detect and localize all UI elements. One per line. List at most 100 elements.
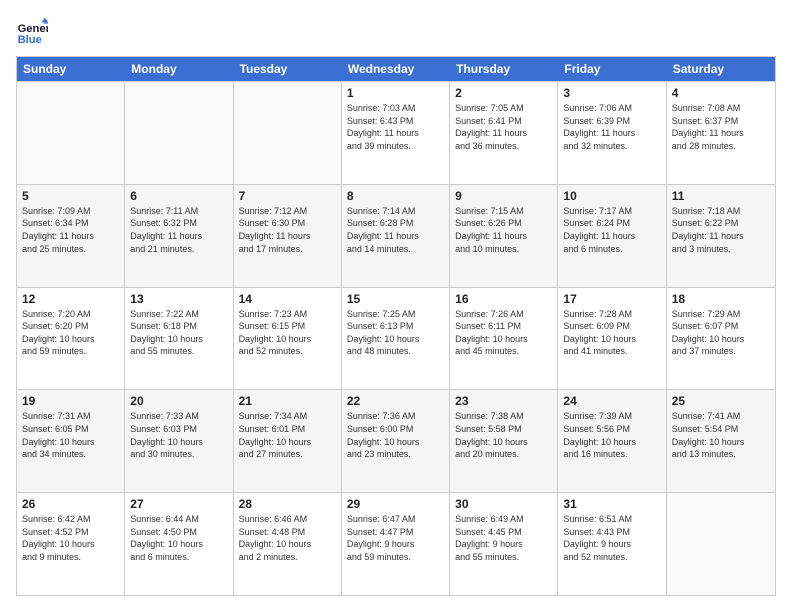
cell-info: Sunrise: 6:46 AM Sunset: 4:48 PM Dayligh… <box>239 513 336 563</box>
cell-info: Sunrise: 7:28 AM Sunset: 6:09 PM Dayligh… <box>563 308 660 358</box>
cell-info: Sunrise: 7:20 AM Sunset: 6:20 PM Dayligh… <box>22 308 119 358</box>
calendar-cell: 26Sunrise: 6:42 AM Sunset: 4:52 PM Dayli… <box>17 493 125 595</box>
calendar-cell: 29 Sunrise: 6:47 AM Sunset: 4:47 PM Dayli… <box>342 493 450 595</box>
cell-date: 24 <box>563 394 660 408</box>
calendar-cell: 20 Sunrise: 7:33 AM Sunset: 6:03 PM Dayli… <box>125 390 233 492</box>
calendar-cell: 19 Sunrise: 7:31 AM Sunset: 6:05 PM Dayli… <box>17 390 125 492</box>
cell-info: Sunrise: 7:14 AM Sunset: 6:28 PM Dayligh… <box>347 205 444 255</box>
cell-info: Sunrise: 7:29 AM Sunset: 6:07 PM Dayligh… <box>672 308 770 358</box>
cell-info: Sunrise: 7:38 AM Sunset: 5:58 PM Dayligh… <box>455 410 552 460</box>
cell-info: Sunrise: 7:33 AM Sunset: 6:03 PM Dayligh… <box>130 410 227 460</box>
calendar-cell: 4 Sunrise: 7:08 AM Sunset: 6:37 PM Daylig… <box>667 82 775 184</box>
calendar-cell: 3 Sunrise: 7:06 AM Sunset: 6:39 PM Daylig… <box>558 82 666 184</box>
cell-date: 10 <box>563 189 660 203</box>
cell-date: 15 <box>347 292 444 306</box>
cell-date: 6 <box>130 189 227 203</box>
calendar-cell: 18 Sunrise: 7:29 AM Sunset: 6:07 PM Dayli… <box>667 288 775 390</box>
cell-info: Sunrise: 7:25 AM Sunset: 6:13 PM Dayligh… <box>347 308 444 358</box>
calendar-cell: 12 Sunrise: 7:20 AM Sunset: 6:20 PM Dayli… <box>17 288 125 390</box>
cell-date: 23 <box>455 394 552 408</box>
cell-date: 20 <box>130 394 227 408</box>
calendar-cell: 28 Sunrise: 6:46 AM Sunset: 4:48 PM Dayli… <box>234 493 342 595</box>
calendar-cell: 7Sunrise: 7:12 AM Sunset: 6:30 PM Daylig… <box>234 185 342 287</box>
cell-date: 21 <box>239 394 336 408</box>
calendar-cell: 2Sunrise: 7:05 AM Sunset: 6:41 PM Daylig… <box>450 82 558 184</box>
cell-date: 16 <box>455 292 552 306</box>
cell-info: Sunrise: 7:31 AM Sunset: 6:05 PM Dayligh… <box>22 410 119 460</box>
cell-date: 2 <box>455 86 552 100</box>
cell-info: Sunrise: 7:06 AM Sunset: 6:39 PM Dayligh… <box>563 102 660 152</box>
calendar-cell: 14Sunrise: 7:23 AM Sunset: 6:15 PM Dayli… <box>234 288 342 390</box>
logo: General Blue <box>16 16 48 48</box>
calendar-cell <box>234 82 342 184</box>
calendar-row: 5 Sunrise: 7:09 AM Sunset: 6:34 PM Daylig… <box>17 184 775 287</box>
calendar-cell: 27Sunrise: 6:44 AM Sunset: 4:50 PM Dayli… <box>125 493 233 595</box>
header: General Blue <box>16 16 776 48</box>
calendar-cell: 16 Sunrise: 7:26 AM Sunset: 6:11 PM Dayli… <box>450 288 558 390</box>
cell-date: 13 <box>130 292 227 306</box>
cell-date: 19 <box>22 394 119 408</box>
day-header-thursday: Thursday <box>450 57 558 81</box>
calendar-cell: 17 Sunrise: 7:28 AM Sunset: 6:09 PM Dayli… <box>558 288 666 390</box>
calendar-cell: 30 Sunrise: 6:49 AM Sunset: 4:45 PM Dayli… <box>450 493 558 595</box>
cell-date: 25 <box>672 394 770 408</box>
cell-info: Sunrise: 6:51 AM Sunset: 4:43 PM Dayligh… <box>563 513 660 563</box>
cell-info: Sunrise: 7:22 AM Sunset: 6:18 PM Dayligh… <box>130 308 227 358</box>
calendar-cell: 21 Sunrise: 7:34 AM Sunset: 6:01 PM Dayli… <box>234 390 342 492</box>
cell-info: Sunrise: 7:15 AM Sunset: 6:26 PM Dayligh… <box>455 205 552 255</box>
cell-info: Sunrise: 7:39 AM Sunset: 5:56 PM Dayligh… <box>563 410 660 460</box>
cell-info: Sunrise: 6:49 AM Sunset: 4:45 PM Dayligh… <box>455 513 552 563</box>
cell-date: 18 <box>672 292 770 306</box>
cell-date: 12 <box>22 292 119 306</box>
calendar-row: 1 Sunrise: 7:03 AM Sunset: 6:43 PM Daylig… <box>17 81 775 184</box>
calendar-cell: 1 Sunrise: 7:03 AM Sunset: 6:43 PM Daylig… <box>342 82 450 184</box>
logo-icon: General Blue <box>16 16 48 48</box>
cell-date: 22 <box>347 394 444 408</box>
svg-text:General: General <box>18 23 48 35</box>
cell-date: 31 <box>563 497 660 511</box>
day-header-wednesday: Wednesday <box>342 57 450 81</box>
cell-date: 3 <box>563 86 660 100</box>
calendar-cell: 25 Sunrise: 7:41 AM Sunset: 5:54 PM Dayli… <box>667 390 775 492</box>
calendar-cell: 31 Sunrise: 6:51 AM Sunset: 4:43 PM Dayli… <box>558 493 666 595</box>
cell-date: 8 <box>347 189 444 203</box>
cell-date: 1 <box>347 86 444 100</box>
cell-info: Sunrise: 7:09 AM Sunset: 6:34 PM Dayligh… <box>22 205 119 255</box>
calendar-cell: 6 Sunrise: 7:11 AM Sunset: 6:32 PM Daylig… <box>125 185 233 287</box>
cell-info: Sunrise: 7:34 AM Sunset: 6:01 PM Dayligh… <box>239 410 336 460</box>
cell-info: Sunrise: 7:41 AM Sunset: 5:54 PM Dayligh… <box>672 410 770 460</box>
calendar-cell <box>17 82 125 184</box>
cell-date: 26 <box>22 497 119 511</box>
day-header-sunday: Sunday <box>17 57 125 81</box>
day-header-tuesday: Tuesday <box>234 57 342 81</box>
cell-date: 5 <box>22 189 119 203</box>
day-header-saturday: Saturday <box>667 57 775 81</box>
cell-info: Sunrise: 7:36 AM Sunset: 6:00 PM Dayligh… <box>347 410 444 460</box>
calendar-cell: 5 Sunrise: 7:09 AM Sunset: 6:34 PM Daylig… <box>17 185 125 287</box>
cell-date: 27 <box>130 497 227 511</box>
cell-date: 4 <box>672 86 770 100</box>
day-header-monday: Monday <box>125 57 233 81</box>
day-header-friday: Friday <box>558 57 666 81</box>
cell-date: 28 <box>239 497 336 511</box>
calendar-cell <box>667 493 775 595</box>
calendar-row: 12 Sunrise: 7:20 AM Sunset: 6:20 PM Dayli… <box>17 287 775 390</box>
cell-info: Sunrise: 7:26 AM Sunset: 6:11 PM Dayligh… <box>455 308 552 358</box>
cell-date: 11 <box>672 189 770 203</box>
calendar: SundayMondayTuesdayWednesdayThursdayFrid… <box>16 56 776 596</box>
cell-date: 9 <box>455 189 552 203</box>
page: General Blue SundayMondayTuesdayWednesda… <box>0 0 792 612</box>
cell-info: Sunrise: 7:11 AM Sunset: 6:32 PM Dayligh… <box>130 205 227 255</box>
calendar-cell: 24 Sunrise: 7:39 AM Sunset: 5:56 PM Dayli… <box>558 390 666 492</box>
cell-info: Sunrise: 6:47 AM Sunset: 4:47 PM Dayligh… <box>347 513 444 563</box>
cell-info: Sunrise: 7:03 AM Sunset: 6:43 PM Dayligh… <box>347 102 444 152</box>
cell-date: 30 <box>455 497 552 511</box>
calendar-row: 26Sunrise: 6:42 AM Sunset: 4:52 PM Dayli… <box>17 492 775 595</box>
cell-date: 29 <box>347 497 444 511</box>
calendar-cell: 15 Sunrise: 7:25 AM Sunset: 6:13 PM Dayli… <box>342 288 450 390</box>
cell-info: Sunrise: 7:12 AM Sunset: 6:30 PM Dayligh… <box>239 205 336 255</box>
cell-date: 17 <box>563 292 660 306</box>
cell-info: Sunrise: 7:18 AM Sunset: 6:22 PM Dayligh… <box>672 205 770 255</box>
calendar-cell: 13 Sunrise: 7:22 AM Sunset: 6:18 PM Dayli… <box>125 288 233 390</box>
cell-info: Sunrise: 7:08 AM Sunset: 6:37 PM Dayligh… <box>672 102 770 152</box>
